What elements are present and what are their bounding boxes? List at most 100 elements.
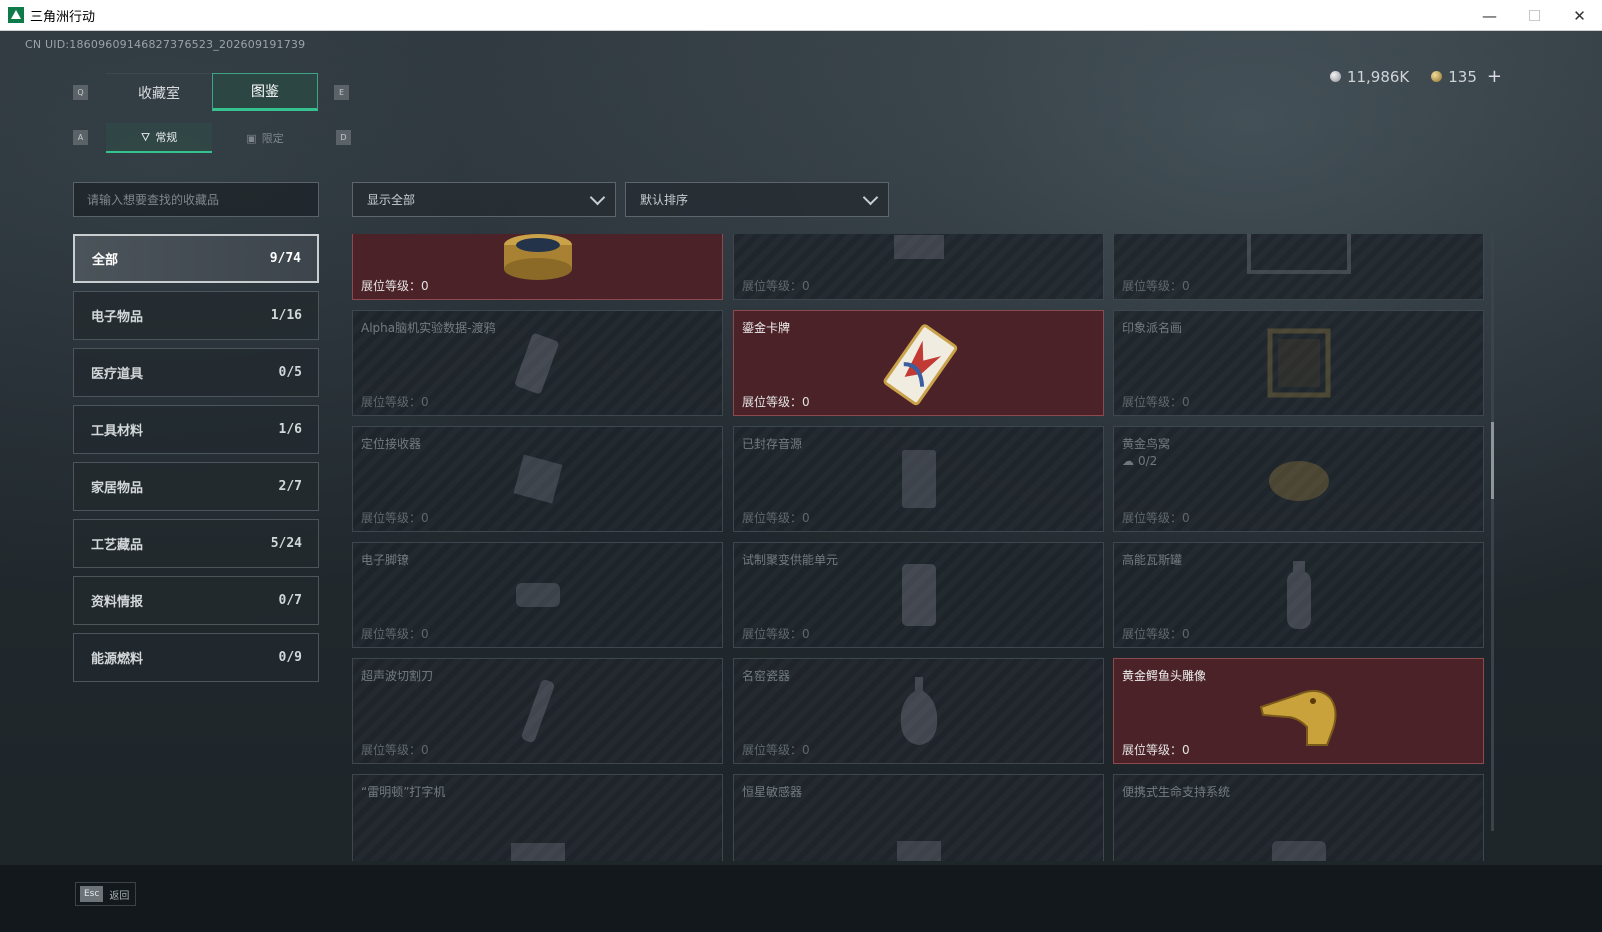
- frame-icon: [1246, 234, 1351, 274]
- golden-nest-icon: [1268, 461, 1329, 501]
- subtab-limited[interactable]: ▣ 限定: [212, 123, 318, 153]
- collectible-card[interactable]: Alpha脑机实验数据-渡鸦 展位等级：0: [352, 310, 723, 416]
- card-level: 展位等级：0: [361, 743, 429, 757]
- collectible-card[interactable]: 恒星敏感器: [733, 774, 1104, 861]
- category-intel[interactable]: 资料情报 0/7: [73, 576, 319, 625]
- card-level: 展位等级：0: [742, 511, 810, 525]
- tab-catalog[interactable]: 图鉴: [212, 73, 318, 111]
- category-count: 1/16: [270, 308, 302, 323]
- painting-icon: [1267, 328, 1330, 398]
- collectible-card[interactable]: 试制聚变供能单元 展位等级：0: [733, 542, 1104, 648]
- collectible-card[interactable]: 便携式生命支持系统: [1113, 774, 1484, 861]
- category-electronics[interactable]: 电子物品 1/16: [73, 291, 319, 340]
- grid-scrollbar[interactable]: [1491, 234, 1494, 831]
- category-count: 1/6: [278, 422, 302, 437]
- collectible-card[interactable]: 印象派名画 展位等级：0: [1113, 310, 1484, 416]
- card-name: “雷明顿”打字机: [361, 785, 446, 799]
- close-button[interactable]: ✕: [1557, 0, 1602, 31]
- category-crafts[interactable]: 工艺藏品 5/24: [73, 519, 319, 568]
- bottle-icon: 🜄: [140, 131, 151, 144]
- main-tabs: 收藏室 图鉴: [106, 73, 318, 111]
- keyhint-next-tab[interactable]: E: [334, 85, 349, 100]
- ultrasonic-knife-icon: [521, 679, 554, 743]
- card-name: 黄金鳄鱼头雕像: [1122, 669, 1207, 683]
- category-household[interactable]: 家居物品 2/7: [73, 462, 319, 511]
- collectible-card[interactable]: 已封存音源 展位等级：0: [733, 426, 1104, 532]
- card-level: 展位等级：0: [742, 395, 810, 409]
- sealed-audio-icon: [901, 450, 936, 508]
- category-label: 全部: [92, 253, 119, 268]
- back-button[interactable]: Esc 返回: [75, 882, 137, 906]
- card-level: 展位等级：0: [1122, 395, 1190, 409]
- category-label: 电子物品: [91, 310, 144, 325]
- category-count: 2/7: [278, 479, 302, 494]
- collectible-card[interactable]: 黄金鳄鱼头雕像 展位等级：0: [1113, 658, 1484, 764]
- window-titlebar: 三角洲行动 — ☐ ✕: [0, 0, 1602, 31]
- category-label: 工艺藏品: [91, 538, 144, 553]
- collectible-card[interactable]: 定位接收器 展位等级：0: [352, 426, 723, 532]
- esc-key-hint: Esc: [80, 886, 104, 902]
- card-name: 鎏金卡牌: [742, 321, 791, 335]
- category-list: 全部 9/74 电子物品 1/16 医疗道具 0/5 工具材料 1/6 家居物品…: [73, 234, 319, 690]
- sort-dropdown[interactable]: 默认排序: [625, 182, 889, 217]
- card-name: 名窑瓷器: [742, 669, 791, 683]
- category-energy[interactable]: 能源燃料 0/9: [73, 633, 319, 682]
- collectible-card[interactable]: 高能瓦斯罐 展位等级：0: [1113, 542, 1484, 648]
- scrollbar-thumb[interactable]: [1491, 422, 1494, 499]
- data-drive-icon: [514, 333, 558, 394]
- life-support-icon: [1271, 841, 1326, 861]
- card-level: 展位等级：0: [361, 395, 429, 409]
- gold-currency: 135 +: [1431, 66, 1502, 87]
- subtab-limited-label: 限定: [261, 132, 284, 145]
- gold-coin-icon: [1431, 71, 1443, 82]
- subtab-regular[interactable]: 🜄 常规: [106, 123, 212, 153]
- chevron-down-icon: [589, 189, 606, 206]
- collectible-card[interactable]: 超声波切割刀 展位等级：0: [352, 658, 723, 764]
- category-tools[interactable]: 工具材料 1/6: [73, 405, 319, 454]
- collectible-card[interactable]: 黄金鸟窝 ☁ 0/2 展位等级：0: [1113, 426, 1484, 532]
- currency-bar: 11,986K 135 +: [1329, 66, 1502, 87]
- category-medical[interactable]: 医疗道具 0/5: [73, 348, 319, 397]
- silver-currency: 11,986K: [1329, 68, 1409, 86]
- collectible-card[interactable]: 展位等级：0: [733, 234, 1104, 300]
- maximize-button[interactable]: ☐: [1512, 0, 1557, 31]
- card-name: 定位接收器: [361, 437, 422, 451]
- keyhint-next-subtab[interactable]: D: [336, 130, 351, 145]
- category-count: 5/24: [270, 536, 302, 551]
- collectible-card[interactable]: 展位等级：0: [1113, 234, 1484, 300]
- game-viewport: CN UID:18609609146827376523_202609191739…: [0, 31, 1602, 932]
- keyhint-prev-subtab[interactable]: A: [73, 130, 88, 145]
- collectible-card[interactable]: 电子脚镣 展位等级：0: [352, 542, 723, 648]
- minimize-button[interactable]: —: [1467, 0, 1512, 31]
- card-name: Alpha脑机实验数据-渡鸦: [361, 321, 496, 335]
- filter-dropdown[interactable]: 显示全部: [352, 182, 616, 217]
- category-label: 医疗道具: [91, 367, 144, 382]
- collectible-card[interactable]: “雷明顿”打字机: [352, 774, 723, 861]
- bottom-bar: Esc 返回: [0, 865, 1602, 932]
- card-level: 展位等级：0: [361, 511, 429, 525]
- sort-dropdown-value: 默认排序: [640, 193, 689, 207]
- card-level: 展位等级：0: [1122, 279, 1190, 293]
- keyhint-prev-tab[interactable]: Q: [73, 85, 88, 100]
- tab-collection-room[interactable]: 收藏室: [106, 73, 212, 111]
- category-count: 0/9: [278, 650, 302, 665]
- card-progress: ☁ 0/2: [1122, 454, 1158, 468]
- card-level: 展位等级：0: [742, 743, 810, 757]
- search-input[interactable]: [87, 192, 318, 207]
- add-currency-button[interactable]: +: [1487, 66, 1502, 87]
- caviar-tin-icon: [503, 234, 572, 281]
- collectible-card[interactable]: 展位等级：0: [352, 234, 723, 300]
- card-name: 超声波切割刀: [361, 669, 434, 683]
- category-label: 资料情报: [91, 595, 144, 610]
- category-all[interactable]: 全部 9/74: [73, 234, 319, 283]
- card-level: 展位等级：0: [1122, 627, 1190, 641]
- card-level: 展位等级：0: [1122, 743, 1190, 757]
- category-label: 工具材料: [91, 424, 144, 439]
- card-name: 黄金鸟窝: [1122, 437, 1171, 451]
- nest-icon: ☁: [1122, 454, 1134, 468]
- subtab-regular-label: 常规: [155, 131, 178, 144]
- collectible-card[interactable]: 名窑瓷器 展位等级：0: [733, 658, 1104, 764]
- gilded-card-icon: [883, 324, 957, 406]
- window-controls: — ☐ ✕: [1467, 0, 1602, 31]
- collectible-card[interactable]: 鎏金卡牌 展位等级：0: [733, 310, 1104, 416]
